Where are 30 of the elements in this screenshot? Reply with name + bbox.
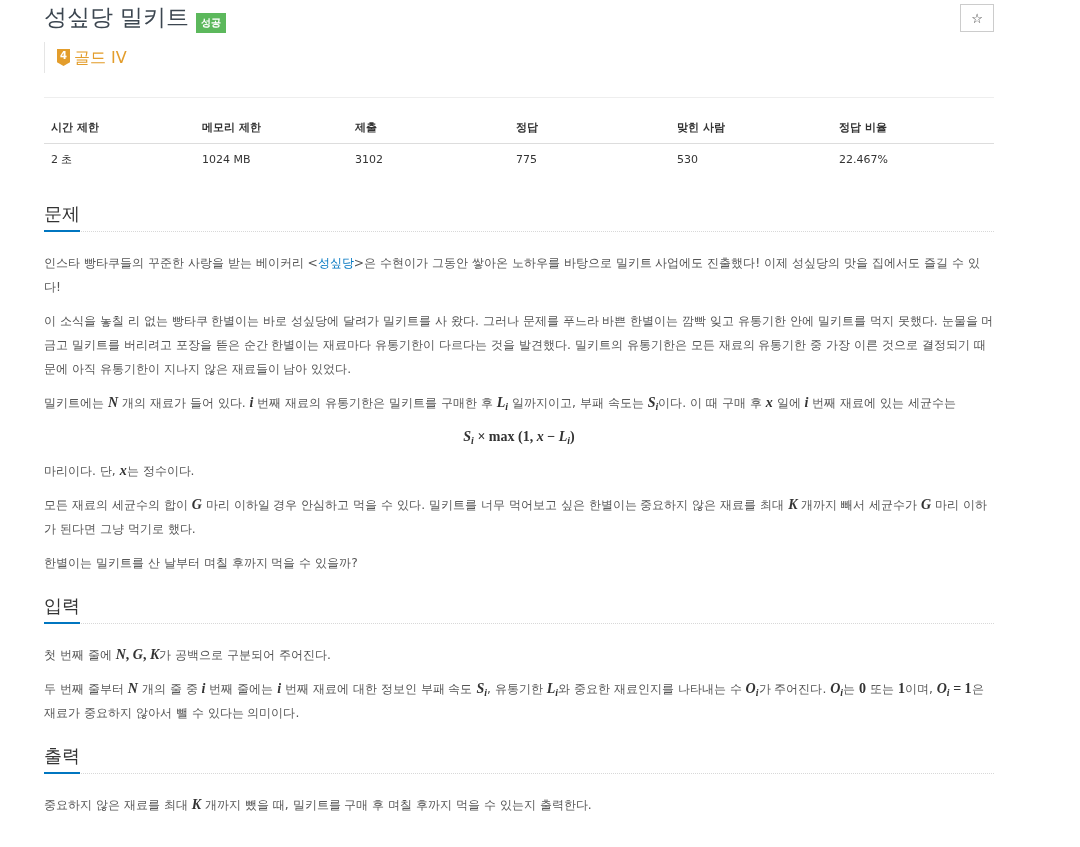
table-header: 제출 [348,112,509,144]
table-cell-text: 1024 MB [201,152,252,168]
problem-paragraph: 마리이다. 단, x는 정수이다. [44,462,196,480]
problem-paragraph: 한별이는 밀키트를 산 날부터 며칠 후까지 먹을 수 있을까? [44,555,359,572]
math-formula: S$_{i}$ × max (1, x − L$_{i}$) [462,428,576,448]
tier-badge: 4 [57,49,70,66]
section-heading: 출력 [44,743,80,774]
section-heading: 입력 [44,593,80,624]
favorite-button[interactable]: ☆ [960,4,994,32]
bakery-name-link[interactable]: 성싶당 [317,256,354,270]
table-header: 맞힌 사람 [670,112,832,144]
table-cell-text: 22.467% [838,152,889,168]
table-cell-text: 530 [676,152,699,168]
problem-paragraph: 첫 번째 줄에 N, G, K가 공백으로 구분되어 주어진다. [44,646,332,664]
table-header: 정답 비율 [832,112,994,144]
result-badge: 성공 [196,13,227,33]
problem-paragraph: 이 소식을 놓칠 리 없는 빵타쿠 한별이는 바로 성싶당에 달려가 밀키트를 사 왔다. 그러나 문제를 푸느라 바쁜 한별이는 깜빡 잊고 유통기한 안에 밀키트를 먹지 못했다. 눈물을 머금고 밀키트를 버리려고 포장을 뜯은 순간 한별이는 재료마다 유통기한이 다르다는 것을 발견했다. 밀키트의 유통기한은 모든 재료의 유통기한 중 가장 이른 것으로 결정되기 때문에 아직 유통기한이 지나지 않은 재료들이 남아 있었다. [44,313,994,378]
problem-paragraph: 인스타 빵타쿠들의 꾸준한 사랑을 받는 베이커리 <성싶당>은 수현이가 그동안 쌓아온 노하우를 바탕으로 밀키트 사업에도 진출했다! 이제 성싶당의 맛을 집에서도 즐길 수 있다! [44,255,981,296]
problem-paragraph: 밀키트에는 N 개의 재료가 들어 있다. i 번째 재료의 유통기한은 밀키트를 구매한 후 L$_{i}$ 일까지이고, 부패 속도는 S$_{i}$이다. 이 때 구매 후 x 일에 i 번째 재료에 있는 세균수는 [44,394,958,414]
table-cell-text: 2 초 [50,152,74,168]
table-header: 메모리 제한 [195,112,348,144]
table-cell-text: 3102 [354,152,384,168]
problem-paragraph: 중요하지 않은 재료를 최대 K 개까지 뺐을 때, 밀키트를 구매 후 며칠 후까지 먹을 수 있는지 출력한다. [44,796,593,814]
table-header: 정답 [509,112,670,144]
table-cell-text: 775 [515,152,538,168]
section-heading: 문제 [44,201,80,232]
problem-paragraph: 두 번째 줄부터 N 개의 줄 중 i 번째 줄에는 i 번째 재료에 대한 정보인 부패 속도 S$_{i}$, 유통기한 L$_{i}$와 중요한 재료인지를 나타내는 수 O$_{i}$가 주어진다. O$_{i}$는 0 또는 1이며, O$_{i}$ = 1은 재료가 중요하지 않아서 뺄 수 있다는 의미이다. [44,680,985,722]
problem-title: 성싶당 밀키트 [44,3,190,32]
table-header: 시간 제한 [44,112,195,144]
problem-paragraph: 모든 재료의 세균수의 합이 G 마리 이하일 경우 안심하고 먹을 수 있다. 밀키트를 너무 먹어보고 싶은 한별이는 중요하지 않은 재료를 최대 K 개까지 빼서 세균수가 G 마리 이하가 된다면 그냥 먹기로 했다. [44,496,989,538]
